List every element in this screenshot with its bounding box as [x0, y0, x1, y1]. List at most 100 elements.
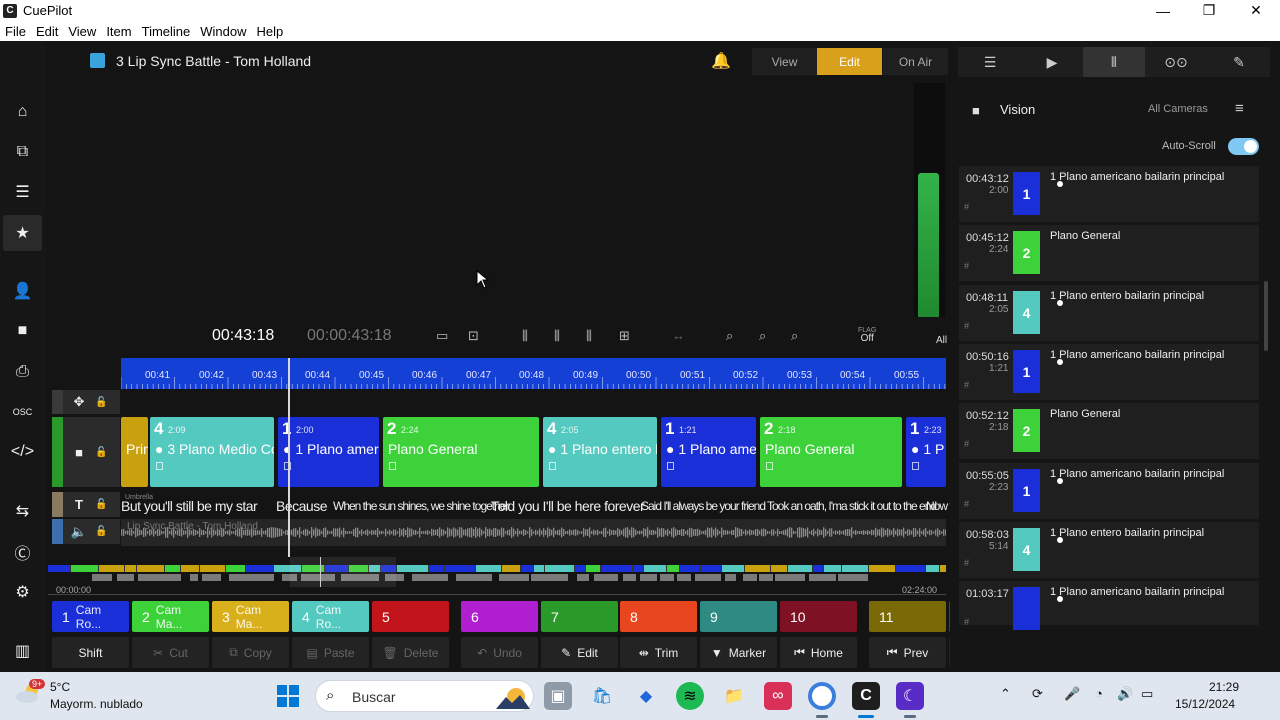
overview-color-strip[interactable] — [48, 565, 946, 572]
cue-item[interactable]: 00:45:12 2:24 #2 Plano General — [959, 225, 1259, 281]
close-button[interactable]: ✕ — [1233, 0, 1279, 21]
sync-icon[interactable]: ⟳ — [1032, 686, 1043, 702]
timeline-clip[interactable]: 2 2:24 Plano General — [383, 417, 539, 487]
timeline-clip[interactable]: 1 2:00 ● 1 Plano ameri — [278, 417, 379, 487]
cue-item[interactable]: 00:48:11 2:05 #4 1 Plano entero bailarin pr… — [959, 285, 1259, 341]
chevron-up-icon[interactable]: ⌃ — [1000, 686, 1011, 702]
chrome-icon[interactable] — [808, 682, 836, 710]
cue-item[interactable]: 01:03:17 #1 Plano americano bailarin prin… — [959, 581, 1259, 630]
video-camera-icon[interactable]: ■ — [63, 445, 95, 460]
camera-button[interactable]: 4 Cam Ro... — [292, 601, 369, 632]
timeline-clip[interactable]: 1 1:21 ● 1 Plano ame — [661, 417, 756, 487]
align-left-icon[interactable]: ⫼ — [522, 328, 528, 344]
clock-date[interactable]: 15/12/2024 — [1175, 697, 1235, 711]
home-icon[interactable]: ⌂ — [3, 94, 42, 130]
speaker-icon[interactable]: 🔈 — [63, 524, 95, 540]
battery-icon[interactable]: ▭ — [1141, 686, 1153, 702]
mode-onair-button[interactable]: On Air — [883, 48, 948, 75]
lyric-segment[interactable]: Took an oath, I'ma stick it out to the e… — [767, 493, 937, 518]
camera-button[interactable]: 2 Cam Ma... — [132, 601, 209, 632]
monitor-icon[interactable]: ▭ — [436, 328, 448, 344]
timeline-clip[interactable]: 4 2:09 ● 3 Plano Medio Co — [150, 417, 274, 487]
lyric-segment[interactable]: When the sun shines, we shine together — [333, 493, 509, 518]
volume-icon[interactable]: 🔊 — [1117, 686, 1133, 702]
lock-icon[interactable]: 🔓 — [95, 447, 107, 458]
rundown-icon[interactable]: ☰ — [959, 47, 1021, 77]
camera-button[interactable]: 7 — [541, 601, 618, 632]
cue-item[interactable]: 00:52:12 2:18 #2 Plano General — [959, 403, 1259, 459]
camera-button[interactable]: 3 Cam Ma... — [212, 601, 289, 632]
lock-icon[interactable]: 🔓 — [95, 499, 107, 510]
prev-button[interactable]: ⏮ Prev — [869, 637, 946, 668]
sync-arrows-icon[interactable]: ⇆ — [3, 493, 42, 529]
lyric-segment[interactable]: Because — [276, 493, 327, 518]
printer-icon[interactable]: ⎙ — [3, 354, 42, 390]
menu-item[interactable]: Item — [101, 24, 136, 39]
track-header-move[interactable]: ✥ 🔓 — [52, 390, 120, 414]
shift-button[interactable]: Shift — [52, 637, 129, 668]
lock-icon[interactable]: 🔓 — [95, 526, 107, 537]
monitor-right-icon[interactable]: ⊡ — [468, 328, 479, 344]
spotify-icon[interactable]: ≋ — [676, 682, 704, 710]
undo-button[interactable]: ↶ Undo — [461, 637, 538, 668]
align-right-icon[interactable]: ⫼ — [586, 328, 592, 344]
gear-icon[interactable]: ⚙ — [3, 574, 42, 610]
camera-filter[interactable]: All Cameras — [1148, 103, 1208, 115]
track-header-vision[interactable]: ■ 🔓 — [52, 417, 120, 487]
playhead[interactable] — [288, 358, 290, 557]
list-icon[interactable]: ☰ — [3, 174, 42, 210]
cue-item[interactable]: 00:58:03 5:14 #4 1 Plano entero bailarin pr… — [959, 522, 1259, 578]
delete-button[interactable]: 🗑 Delete — [372, 637, 449, 668]
lyric-segment[interactable]: Said I'll always be your friend — [641, 493, 766, 518]
wifi-icon[interactable]: ◔ — [1095, 686, 1103, 701]
camera-icon[interactable]: ■ — [3, 313, 42, 349]
library-icon[interactable]: ⧉ — [3, 134, 42, 170]
osc-icon[interactable]: OSC — [3, 394, 42, 430]
autoscroll-toggle[interactable] — [1228, 138, 1259, 155]
star-icon[interactable]: ★ — [3, 215, 42, 251]
lyric-segment[interactable]: Told you I'll be here forever — [491, 493, 645, 518]
menu-window[interactable]: Window — [195, 24, 251, 39]
clock-time[interactable]: 21:29 — [1209, 680, 1239, 694]
folder-icon[interactable]: 📁 — [720, 682, 748, 710]
timeline-clip[interactable]: Prin — [121, 417, 148, 487]
cue-item[interactable]: 00:55:05 2:23 #1 1 Plano americano bailarin… — [959, 463, 1259, 519]
trim-button[interactable]: ⇹ Trim — [620, 637, 697, 668]
mode-edit-button[interactable]: Edit — [817, 48, 882, 75]
timeline-clip[interactable]: 1 2:23 ● 1 P — [906, 417, 946, 487]
menu-help[interactable]: Help — [252, 24, 289, 39]
maximize-button[interactable]: ❐ — [1186, 0, 1232, 21]
camera-button[interactable]: 1 Cam Ro... — [52, 601, 129, 632]
zoom-fit-icon[interactable]: ⌕ — [759, 328, 766, 344]
marker-button[interactable]: ▼ Marker — [700, 637, 777, 668]
creative-cloud-icon[interactable]: ∞ — [764, 682, 792, 710]
filter-icon[interactable]: ≡ — [1235, 100, 1244, 117]
cuepilot-app-icon[interactable]: C — [852, 682, 880, 710]
flag-toggle[interactable]: FLAG Off — [858, 327, 876, 344]
edit-button[interactable]: ✎ Edit — [541, 637, 618, 668]
move-icon[interactable]: ✥ — [63, 394, 95, 410]
code-icon[interactable]: </> — [3, 434, 42, 470]
lock-icon[interactable]: 🔓 — [95, 397, 107, 408]
menu-timeline[interactable]: Timeline — [137, 24, 196, 39]
camera-button[interactable]: 9 — [700, 601, 777, 632]
windows-start-icon[interactable] — [274, 682, 302, 710]
paste-button[interactable]: ▤ Paste — [292, 637, 369, 668]
bell-icon[interactable]: 🔔 — [711, 51, 731, 71]
book-icon[interactable]: ▥ — [3, 633, 42, 669]
camera-button[interactable]: 8 — [620, 601, 697, 632]
lyric-segment[interactable]: But you'll still be my star — [121, 493, 258, 518]
menu-edit[interactable]: Edit — [31, 24, 63, 39]
timeline-clip[interactable]: 4 2:05 ● 1 Plano entero b — [543, 417, 657, 487]
cue-item[interactable]: 00:50:16 1:21 #1 1 Plano americano bailarin… — [959, 344, 1259, 400]
cuepilot-icon[interactable]: Ⓒ — [3, 534, 42, 570]
expand-horizontal-icon[interactable]: ↔ — [672, 328, 685, 343]
cue-item[interactable]: 00:43:12 2:00 #1 1 Plano americano bailarin… — [959, 166, 1259, 222]
weather-desc[interactable]: Mayorm. nublado — [50, 697, 143, 711]
menu-file[interactable]: File — [0, 24, 31, 39]
edit-note-icon[interactable]: ✎ — [1208, 47, 1270, 77]
cue-list-scrollbar[interactable] — [1264, 281, 1268, 351]
video-playlist-icon[interactable]: ▶ — [1021, 47, 1083, 77]
copy-button[interactable]: ⧉ Copy — [212, 637, 289, 668]
cut-button[interactable]: ✂ Cut — [132, 637, 209, 668]
